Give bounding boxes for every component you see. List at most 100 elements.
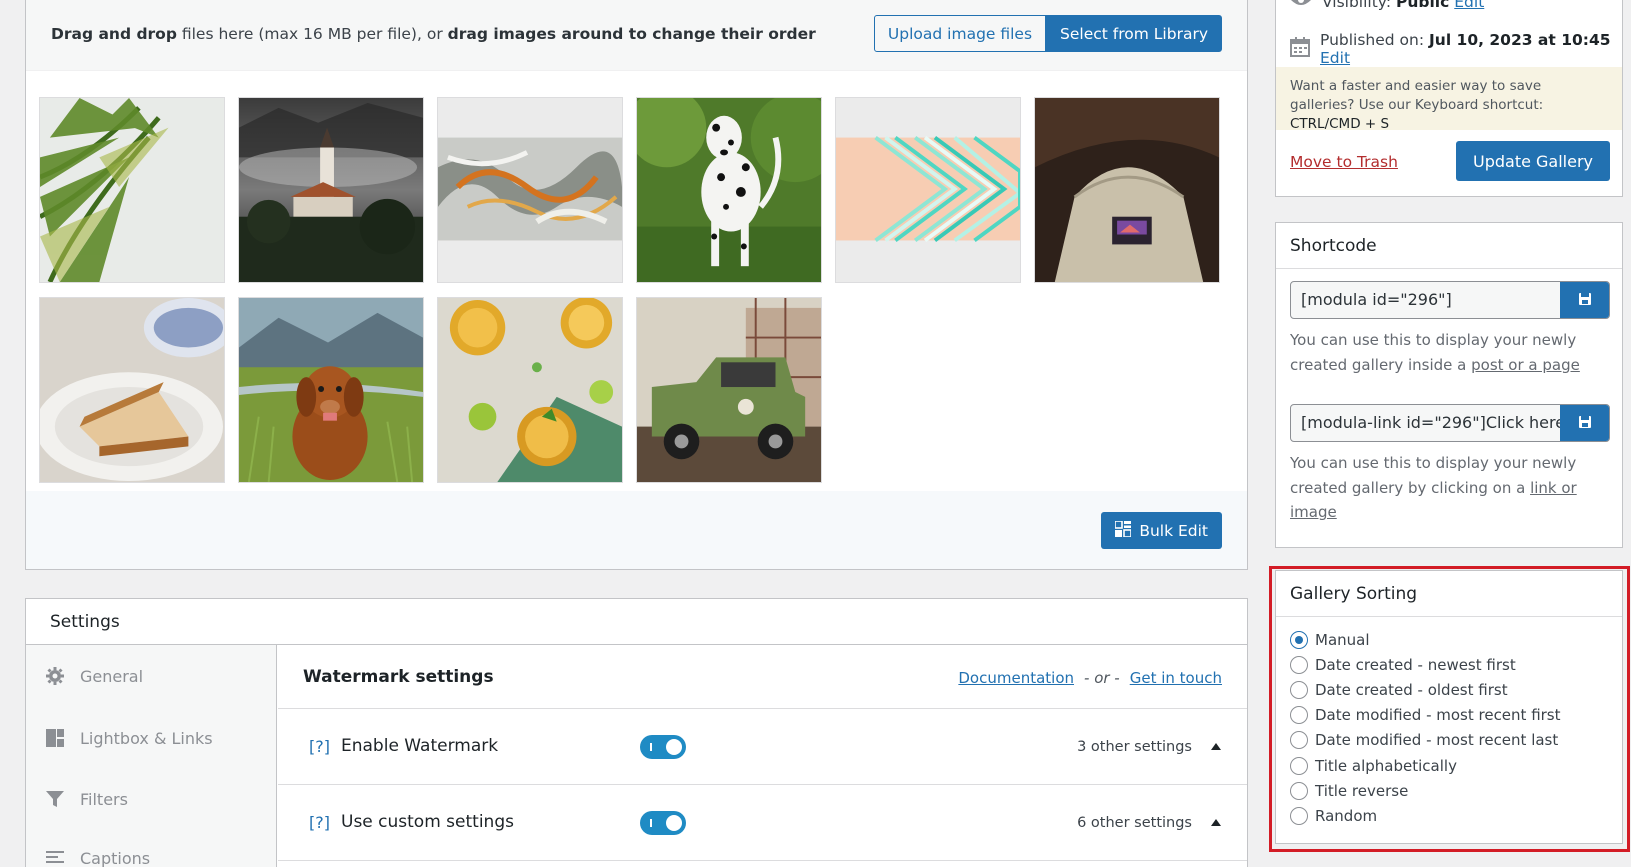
gallery-sorting-title: Gallery Sorting	[1276, 571, 1622, 617]
settings-title: Settings	[26, 599, 1247, 645]
golden-retriever-image[interactable]	[238, 297, 424, 483]
filter-icon	[44, 788, 66, 810]
link-shortcode-description: You can use this to display your newly c…	[1290, 454, 1577, 521]
post-or-page-link[interactable]: post or a page	[1471, 356, 1580, 374]
move-to-trash-link[interactable]: Move to Trash	[1290, 153, 1398, 171]
visibility-value: Public	[1396, 0, 1450, 11]
green-jeep-image[interactable]	[636, 297, 822, 483]
copy-icon	[1578, 415, 1592, 432]
use-custom-settings-row: [?] Use custom settings 6 other settings	[278, 785, 1247, 861]
enable-watermark-row: [?] Enable Watermark 3 other settings	[278, 709, 1247, 785]
cheesecake-image[interactable]	[39, 297, 225, 483]
church-on-island-image[interactable]	[238, 97, 424, 283]
caret-up-icon[interactable]	[1211, 743, 1221, 750]
copy-icon	[1578, 292, 1592, 309]
sort-option-date-created-oldest[interactable]: Date created - oldest first	[1290, 677, 1561, 702]
notice-text: Want a faster and easier way to save gal…	[1290, 78, 1544, 113]
keyboard-shortcut-notice: Want a faster and easier way to save gal…	[1276, 67, 1622, 132]
captions-icon	[44, 847, 66, 867]
gear-icon	[44, 665, 66, 687]
layout-icon	[44, 727, 66, 749]
bulk-edit-button[interactable]: Bulk Edit	[1101, 512, 1222, 549]
sort-option-random[interactable]: Random	[1290, 803, 1561, 828]
nav-label-captions: Captions	[80, 848, 151, 867]
upload-instructions: Drag and drop files here (max 16 MB per …	[51, 25, 816, 43]
sort-option-title-reverse[interactable]: Title reverse	[1290, 778, 1561, 803]
enable-watermark-toggle[interactable]	[640, 735, 686, 759]
radio[interactable]	[1290, 680, 1308, 699]
upload-image-files-button[interactable]: Upload image files	[873, 15, 1047, 52]
nav-label-general: General	[80, 666, 144, 686]
use-custom-settings-label: Use custom settings	[341, 812, 514, 832]
published-date: Jul 10, 2023 at 10:45	[1429, 31, 1611, 49]
settings-nav: General Lightbox & Links Filters Caption…	[26, 645, 277, 867]
calendar-icon	[1290, 37, 1310, 61]
nav-item-captions[interactable]: Captions	[44, 847, 150, 867]
use-custom-settings-toggle[interactable]	[640, 811, 686, 835]
nav-item-filters[interactable]: Filters	[44, 788, 128, 810]
sort-option-title-alphabetically[interactable]: Title alphabetically	[1290, 753, 1561, 778]
upload-footer: Bulk Edit	[26, 491, 1247, 569]
help-link[interactable]: [?]	[309, 813, 330, 832]
nav-item-lightbox[interactable]: Lightbox & Links	[44, 727, 213, 749]
published-edit-link[interactable]: Edit	[1320, 49, 1350, 67]
radio[interactable]	[1290, 806, 1308, 825]
help-links: Documentation - or - Get in touch	[958, 669, 1222, 687]
gallery-images-panel: Drag and drop files here (max 16 MB per …	[25, 0, 1248, 570]
shortcode-title: Shortcode	[1276, 223, 1622, 269]
sort-option-date-modified-recent-last[interactable]: Date modified - most recent last	[1290, 728, 1561, 753]
sort-option-date-created-newest[interactable]: Date created - newest first	[1290, 652, 1561, 677]
visibility-label: Visibility:	[1322, 0, 1392, 11]
get-in-touch-link[interactable]: Get in touch	[1130, 669, 1222, 687]
link-shortcode-input[interactable]: [modula-link id="296"]Click here	[1291, 405, 1560, 441]
copy-button[interactable]	[1560, 282, 1609, 318]
dalmatian-dog-image[interactable]	[636, 97, 822, 283]
documentation-link[interactable]: Documentation	[958, 669, 1074, 687]
marble-texture-image[interactable]	[437, 97, 623, 283]
radio[interactable]	[1290, 756, 1308, 775]
enable-watermark-label: Enable Watermark	[341, 736, 499, 756]
other-settings-count[interactable]: 3 other settings	[1077, 739, 1192, 755]
published-line: Published on: Jul 10, 2023 at 10:45 Edit	[1290, 31, 1622, 67]
sort-option-date-modified-recent-first[interactable]: Date modified - most recent first	[1290, 703, 1561, 728]
radio[interactable]	[1290, 781, 1308, 800]
settings-panel: Settings General Lightbox & Links Filter…	[25, 598, 1248, 867]
eye-icon	[1290, 0, 1312, 11]
sorting-options: Manual Date created - newest first Date …	[1290, 627, 1561, 829]
cap-on-bag-image[interactable]	[1034, 97, 1220, 283]
other-settings-count[interactable]: 6 other settings	[1077, 815, 1192, 831]
iced-tea-drinks-image[interactable]	[437, 297, 623, 483]
sort-option-manual[interactable]: Manual	[1290, 627, 1561, 652]
upload-header: Drag and drop files here (max 16 MB per …	[26, 0, 1247, 71]
nav-item-general[interactable]: General	[44, 665, 143, 687]
radio[interactable]	[1290, 655, 1308, 674]
palm-leaves-image[interactable]	[39, 97, 225, 283]
shortcode-input[interactable]: [modula id="296"]	[1291, 282, 1560, 318]
radio[interactable]	[1290, 731, 1308, 750]
notice-shortcut: CTRL/CMD + S	[1290, 116, 1390, 132]
visibility-edit-link[interactable]: Edit	[1454, 0, 1484, 11]
link-shortcode-field[interactable]: [modula-link id="296"]Click here	[1290, 404, 1610, 442]
help-link[interactable]: [?]	[309, 737, 330, 756]
gallery-sorting-box: Gallery Sorting Manual Date created - ne…	[1275, 570, 1623, 844]
shortcode-field[interactable]: [modula id="296"]	[1290, 281, 1610, 319]
or-separator: - or -	[1084, 669, 1120, 687]
visibility-line: Visibility: Public Edit	[1290, 0, 1484, 11]
caret-up-icon[interactable]	[1211, 819, 1221, 826]
publish-box: Visibility: Public Edit Published on: Ju…	[1275, 0, 1623, 197]
select-from-library-button[interactable]: Select from Library	[1046, 15, 1222, 52]
bulk-edit-label: Bulk Edit	[1139, 521, 1208, 540]
grid-icon	[1114, 519, 1133, 541]
watermark-settings: Watermark settings Documentation - or - Ge…	[278, 645, 1247, 867]
nav-label-lightbox: Lightbox & Links	[80, 728, 213, 748]
shortcode-description: You can use this to display your newly c…	[1290, 331, 1580, 374]
upload-button-group: Upload image files Select from Library	[873, 15, 1222, 52]
watermark-header: Watermark settings Documentation - or - Ge…	[278, 645, 1247, 709]
watermark-title: Watermark settings	[303, 667, 494, 687]
abstract-stripes-image[interactable]	[835, 97, 1021, 283]
update-gallery-button[interactable]: Update Gallery	[1455, 141, 1610, 181]
nav-label-filters: Filters	[80, 789, 128, 809]
radio[interactable]	[1290, 706, 1308, 725]
radio-selected[interactable]	[1290, 630, 1308, 649]
copy-button[interactable]	[1560, 405, 1609, 441]
